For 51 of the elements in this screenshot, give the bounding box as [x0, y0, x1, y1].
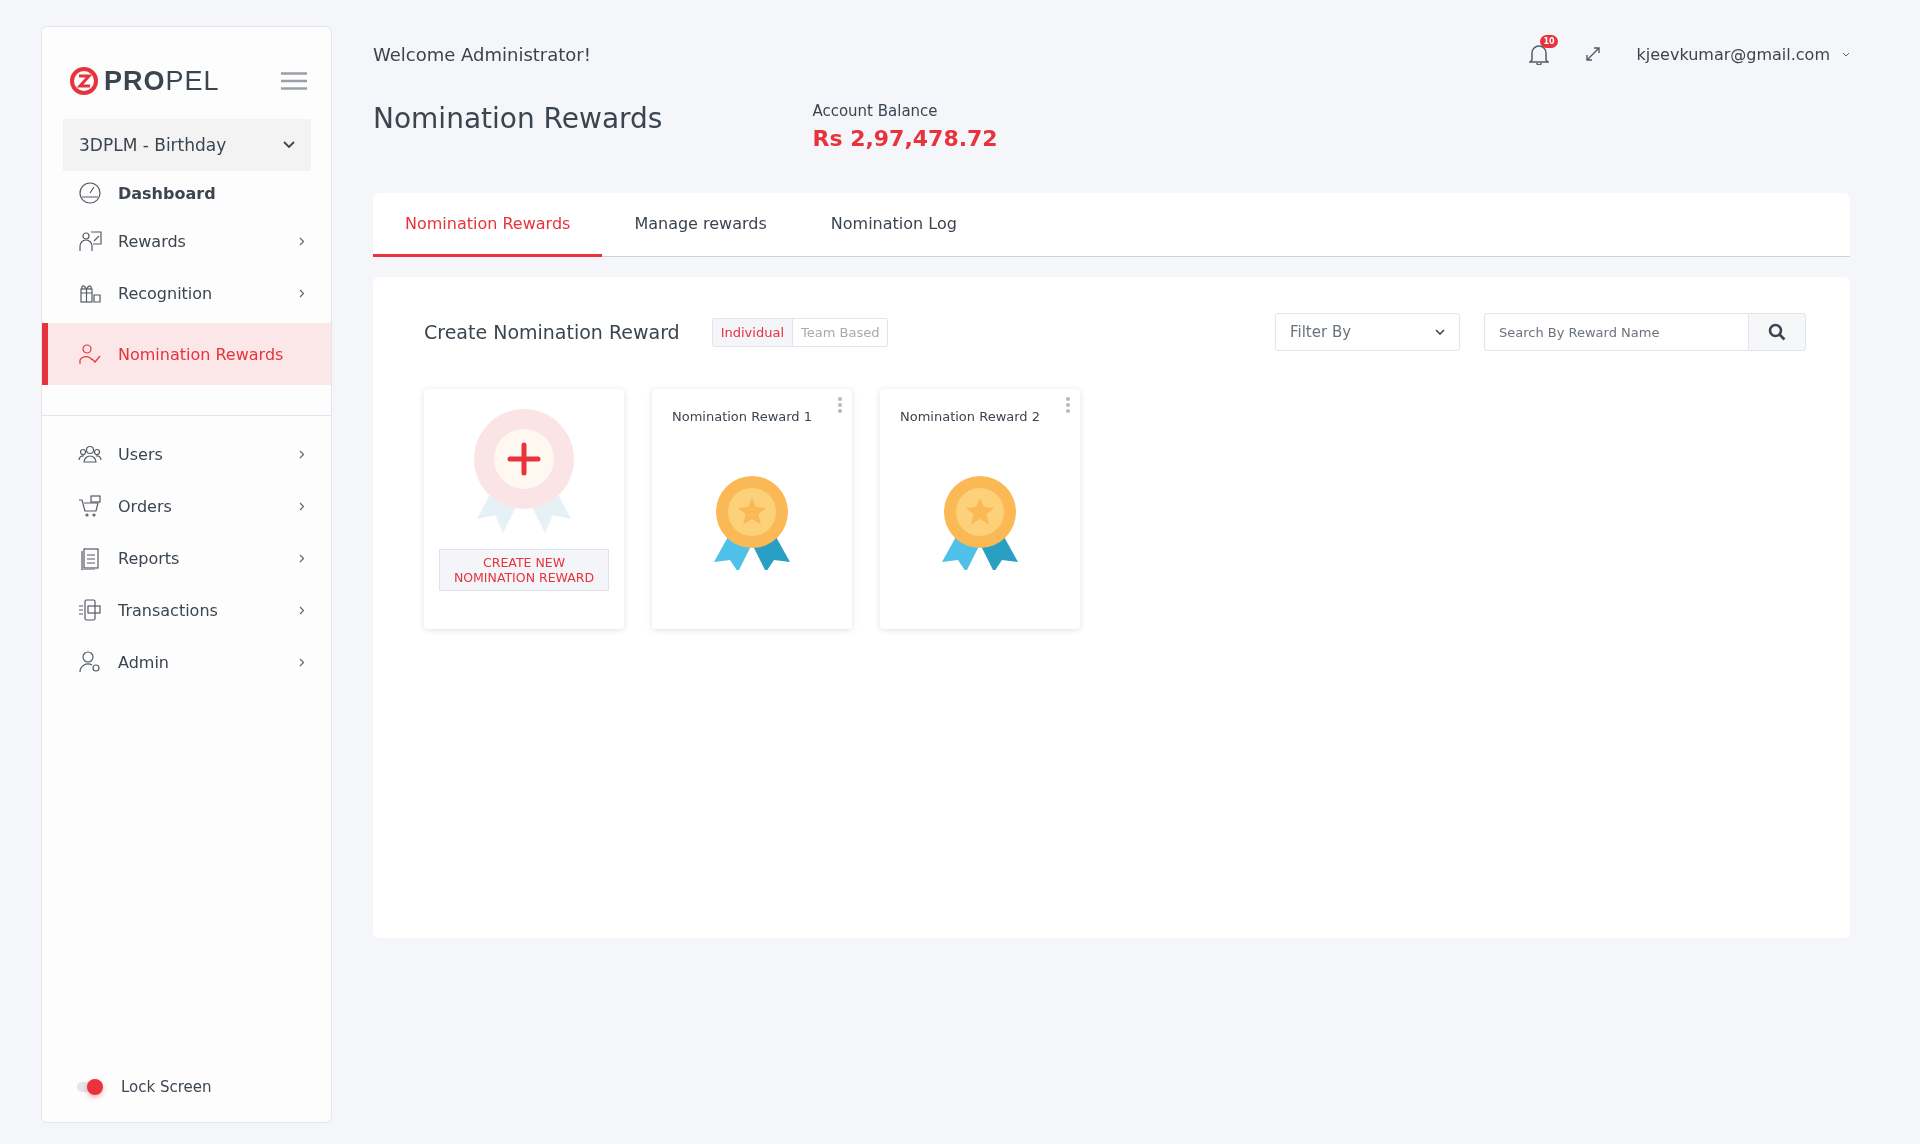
- sidebar-item[interactable]: Admin: [42, 636, 331, 688]
- reward-card[interactable]: Nomination Reward 2: [880, 389, 1080, 629]
- sidebar-item[interactable]: Users: [42, 428, 331, 480]
- sidebar-item[interactable]: Rewards: [42, 215, 331, 267]
- notification-badge: 10: [1540, 35, 1558, 48]
- chevron-right-icon: [299, 288, 305, 298]
- panel-title: Create Nomination Reward: [424, 321, 680, 343]
- chevron-down-icon: [1842, 51, 1850, 57]
- search-icon: [1768, 323, 1786, 341]
- chevron-right-icon: [299, 605, 305, 615]
- reward-title: Nomination Reward 1: [672, 409, 812, 424]
- chevron-right-icon: [299, 449, 305, 459]
- sidebar-item[interactable]: Reports: [42, 532, 331, 584]
- search-button[interactable]: [1748, 313, 1806, 351]
- reward-title: Nomination Reward 2: [900, 409, 1040, 424]
- create-card[interactable]: CREATE NEW NOMINATION REWARD: [424, 389, 624, 629]
- cart-icon: [78, 494, 102, 518]
- sidebar-item[interactable]: Orders: [42, 480, 331, 532]
- tab[interactable]: Manage rewards: [602, 193, 799, 257]
- dashboard-icon: [78, 181, 102, 205]
- create-reward-button[interactable]: CREATE NEW NOMINATION REWARD: [439, 549, 609, 591]
- balance-label: Account Balance: [812, 102, 939, 120]
- tab[interactable]: Nomination Log: [798, 193, 989, 257]
- logo-text: PROPEL: [104, 65, 220, 97]
- sidebar-item[interactable]: Recognition: [42, 267, 331, 319]
- user-menu[interactable]: kjeevkumar@gmail.com: [1636, 44, 1850, 64]
- type-toggle-option[interactable]: Individual: [712, 318, 793, 346]
- reward-card[interactable]: Nomination Reward 1: [652, 389, 852, 629]
- filter-dropdown[interactable]: Filter By: [1275, 313, 1460, 351]
- sidebar-item[interactable]: Dashboard: [42, 171, 331, 215]
- bell-icon[interactable]: [1528, 43, 1549, 65]
- expand-icon[interactable]: [1584, 46, 1601, 62]
- welcome-text: Welcome Administrator!: [373, 43, 591, 65]
- sidebar-item[interactable]: Transactions: [42, 584, 331, 636]
- lock-screen-label: Lock Screen: [121, 1078, 212, 1096]
- report-icon: [78, 546, 102, 570]
- program-select[interactable]: 3DPLM - Birthday: [63, 119, 311, 171]
- chevron-right-icon: [299, 553, 305, 563]
- balance-value: Rs 2,97,478.72: [812, 126, 998, 151]
- page-title: Nomination Rewards: [373, 102, 663, 135]
- menu-icon[interactable]: [281, 72, 307, 90]
- chevron-down-icon: [1435, 329, 1445, 335]
- chevron-right-icon: [299, 236, 305, 246]
- admin-icon: [78, 650, 102, 674]
- tab[interactable]: Nomination Rewards: [373, 193, 603, 257]
- chevron-right-icon: [299, 501, 305, 511]
- search-field[interactable]: Search By Reward Name: [1484, 313, 1748, 351]
- chevron-down-icon: [283, 141, 295, 149]
- logo-icon: [70, 67, 98, 95]
- sidebar-item[interactable]: Nomination Rewards: [42, 323, 331, 385]
- chevron-right-icon: [299, 657, 305, 667]
